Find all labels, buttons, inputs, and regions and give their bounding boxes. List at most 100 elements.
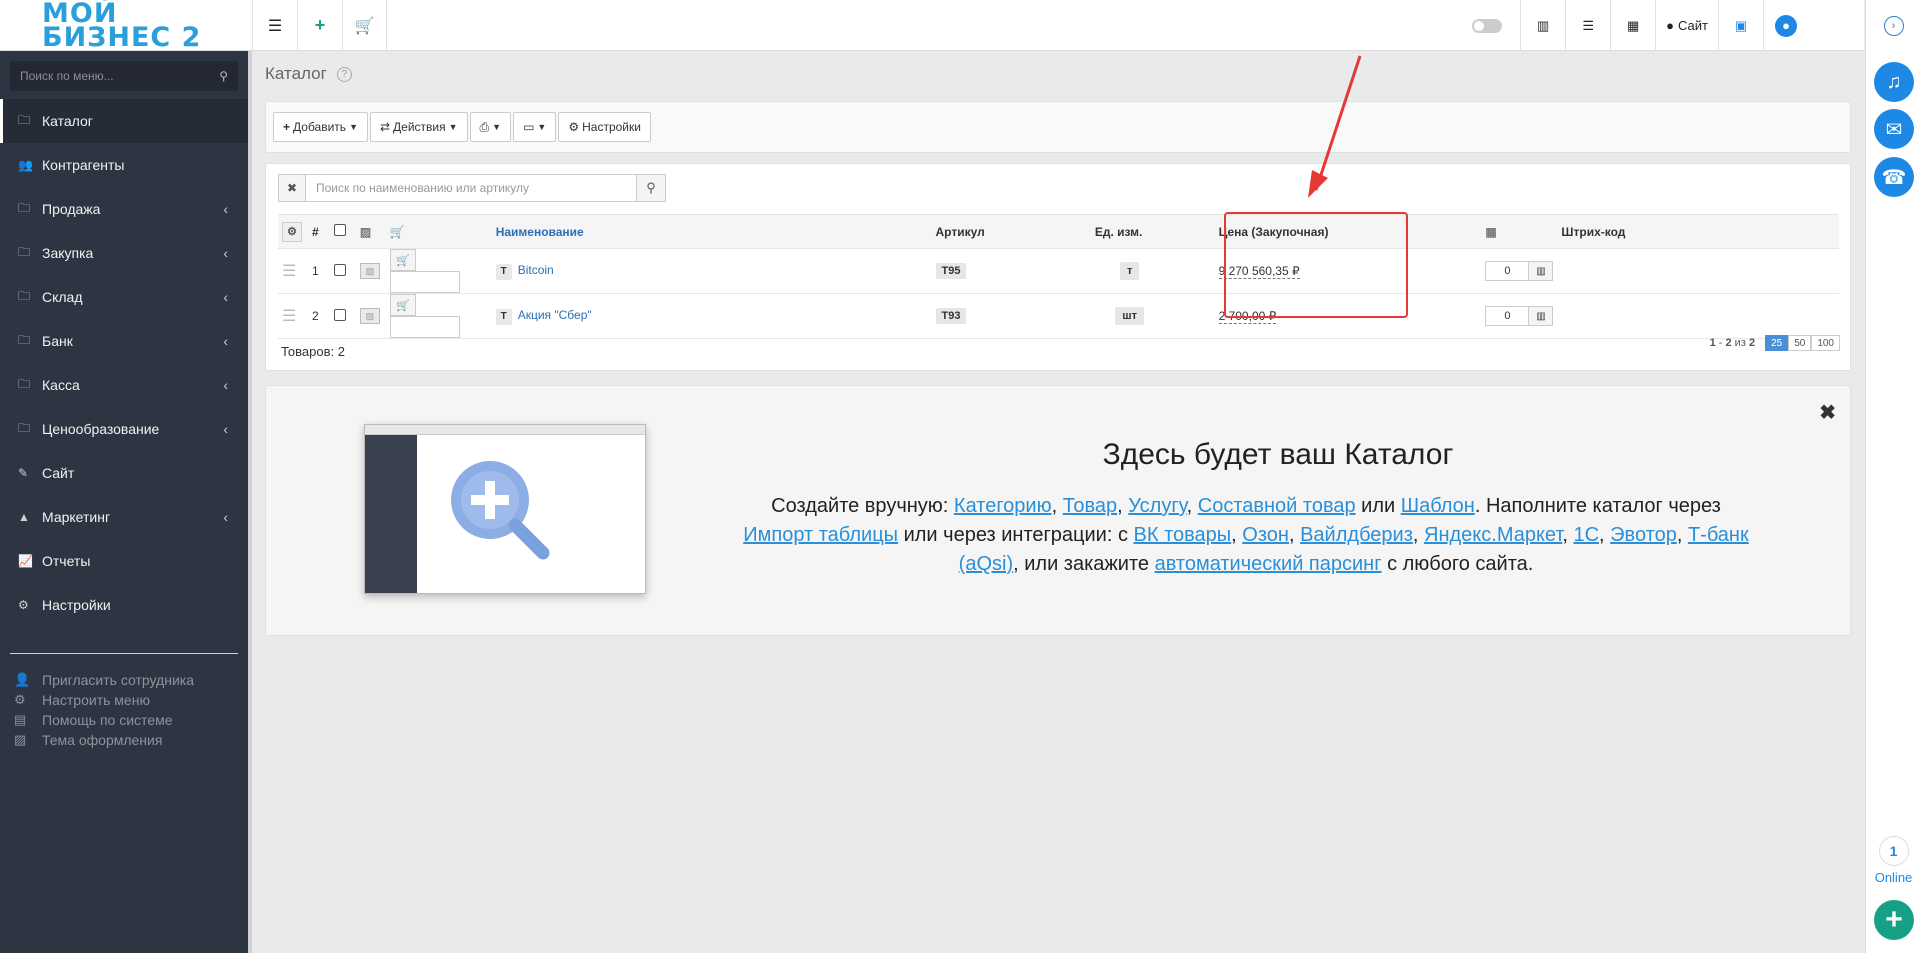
link-ym[interactable]: Яндекс.Маркет [1424,524,1562,546]
empty-catalog-promo: ✖ Здесь будет ваш Каталог Создайте вручн… [265,385,1851,636]
help-icon[interactable]: ? [336,66,352,82]
table-row[interactable]: ☰ 2 ▨ 🛒 Т Акция "Сбер" Т93 шт 2 700,00 ₽0 ▥ [278,293,1839,339]
online-indicator[interactable]: 1 Online [1866,836,1920,885]
caret-down-icon: ▼ [448,122,458,132]
add-to-cart-button[interactable]: 🛒 [389,249,416,271]
rail-collapse-button[interactable]: › [1866,0,1920,51]
page-title-text: Каталог [265,64,327,83]
profile-button[interactable]: ● [1763,0,1808,51]
link-wb[interactable]: Вайлдбериз [1300,524,1413,546]
server-button[interactable]: ☰ [1565,0,1610,51]
add-button[interactable]: + Добавить ▼ [273,112,368,142]
sidebar-bottom-link-3[interactable]: ▨ Тема оформления [14,730,248,750]
chat-button[interactable]: ✉ [1874,109,1914,149]
page-size-25[interactable]: 25 [1765,335,1789,351]
link-composite[interactable]: Составной товар [1198,495,1356,517]
sidebar-item-label: Настройки [42,597,111,613]
grid-icon[interactable]: ▦ [1485,225,1496,239]
col-unit[interactable]: Ед. изм. [1090,214,1169,249]
sidebar-item-9[interactable]: ▲ Маркетинг ‹ [0,495,248,539]
sidebar-item-4[interactable]: 🗀 Склад ‹ [0,275,248,319]
sidebar-item-8[interactable]: ✎ Сайт [0,451,248,495]
calendar-button[interactable]: ▦ [1610,0,1655,51]
row-checkbox[interactable] [333,263,346,276]
table-search-input[interactable]: Поиск по наименованию или артикулу [306,174,636,202]
promo-text: Создайте вручную: Категорию, Товар, Услу… [743,495,1749,575]
select-all-checkbox[interactable] [333,224,346,236]
server-icon: ☰ [1582,17,1594,33]
page-size-100[interactable]: 100 [1811,335,1840,351]
cart-button[interactable]: 🛒 [342,0,387,51]
sidebar-item-2[interactable]: 🗀 Продажа ‹ [0,187,248,231]
product-name-link[interactable]: Bitcoin [518,263,554,277]
table-search-button[interactable]: ⚲ [636,174,666,202]
sidebar-item-3[interactable]: 🗀 Закупка ‹ [0,231,248,275]
sidebar-item-6[interactable]: 🗀 Касса ‹ [0,363,248,407]
sidebar-bottom-link-1[interactable]: ⚙ Настроить меню [14,690,248,710]
article-badge: Т95 [935,263,967,279]
sidebar-bottom-link-0[interactable]: 👤 Пригласить сотрудника [14,670,248,690]
col-barcode[interactable]: Штрих-код [1557,214,1839,249]
quick-add-button[interactable]: + [297,0,342,51]
display-button[interactable]: ▭ ▼ [513,112,557,142]
sidebar-search-input[interactable]: Поиск по меню... ⚲ [10,61,238,91]
logo[interactable]: МОЙ БИЗНЕС 2 [0,0,248,51]
stats-icon[interactable]: ▥ [1529,261,1554,281]
theme-toggle[interactable] [1472,18,1503,33]
quantity-input[interactable] [389,271,460,293]
sidebar-item-10[interactable]: 📈 Отчеты [0,539,248,583]
actions-button[interactable]: ⇄ Действия ▼ [369,112,468,142]
clear-search-button[interactable]: ✖ [278,174,306,202]
sidebar-item-0[interactable]: 🗀 Каталог [0,99,248,143]
sidebar-resize-handle[interactable] [248,51,252,953]
calendar-icon: ▦ [1627,17,1640,33]
sidebar-item-7[interactable]: 🗀 Ценообразование ‹ [0,407,248,451]
bell-icon: ♫ [1886,70,1902,93]
link-evotor[interactable]: Эвотор [1610,524,1677,546]
image-placeholder-icon[interactable]: ▨ [359,308,380,324]
link-template[interactable]: Шаблон [1401,495,1475,517]
quantity-input[interactable] [389,316,460,338]
stock-value[interactable]: 0 [1485,306,1530,326]
drag-handle-icon[interactable]: ☰ [282,263,296,280]
top-bar: МОЙ БИЗНЕС 2 ☰ + 🛒 ▥ ☰ ▦ ● Сайт ▣ ● [0,0,1864,51]
close-promo-button[interactable]: ✖ [1819,400,1836,425]
image-placeholder-icon[interactable]: ▨ [359,263,380,279]
users-icon: 👥 [18,158,33,172]
stats-icon[interactable]: ▥ [1529,306,1554,326]
page-size-50[interactable]: 50 [1788,335,1812,351]
link-vk[interactable]: ВК товары [1134,524,1232,546]
print-button[interactable]: ⎙ ▼ [469,112,512,142]
notifications-button[interactable]: ♫ [1874,62,1914,102]
col-article[interactable]: Артикул [931,214,1091,249]
link-import[interactable]: Импорт таблицы [743,524,898,546]
rail-add-button[interactable]: + [1874,900,1914,940]
add-to-cart-button[interactable]: 🛒 [389,294,416,316]
drag-handle-icon[interactable]: ☰ [282,308,296,325]
link-service[interactable]: Услугу [1128,495,1186,517]
settings-button[interactable]: ⚙ Настройки [558,112,651,142]
link-product[interactable]: Товар [1063,495,1117,517]
link-ozon[interactable]: Озон [1242,524,1289,546]
stock-value[interactable]: 0 [1485,261,1530,281]
page-title: Каталог ? [265,51,1851,97]
menu-toggle-button[interactable]: ☰ [252,0,297,51]
link-1c[interactable]: 1С [1573,524,1599,546]
columns-settings-icon[interactable]: ⚙ [282,221,302,242]
table-row[interactable]: ☰ 1 ▨ 🛒 Т Bitcoin Т95 т 9 270 560,35 ₽0 ▥ [278,248,1839,294]
barcode-button[interactable]: ▥ [1520,0,1565,51]
product-name-link[interactable]: Акция "Сбер" [518,308,592,322]
sidebar-bottom-link-2[interactable]: ▤ Помощь по системе [14,710,248,730]
link-parsing[interactable]: автоматический парсинг [1155,553,1382,575]
link-category[interactable]: Категорию [954,495,1052,517]
sidebar-item-11[interactable]: ⚙ Настройки [0,583,248,627]
row-checkbox[interactable] [333,308,346,321]
col-name[interactable]: Наименование [491,214,932,249]
sidebar-item-5[interactable]: 🗀 Банк ‹ [0,319,248,363]
sidebar-item-1[interactable]: 👥 Контрагенты [0,143,248,187]
cart-icon: 🛒 [354,17,375,35]
site-button[interactable]: ● Сайт [1655,0,1718,51]
tasks-button[interactable]: ▣ [1718,0,1763,51]
call-button[interactable]: ☎ [1874,157,1914,197]
sidebar-bottom-label: Помощь по системе [42,712,173,728]
